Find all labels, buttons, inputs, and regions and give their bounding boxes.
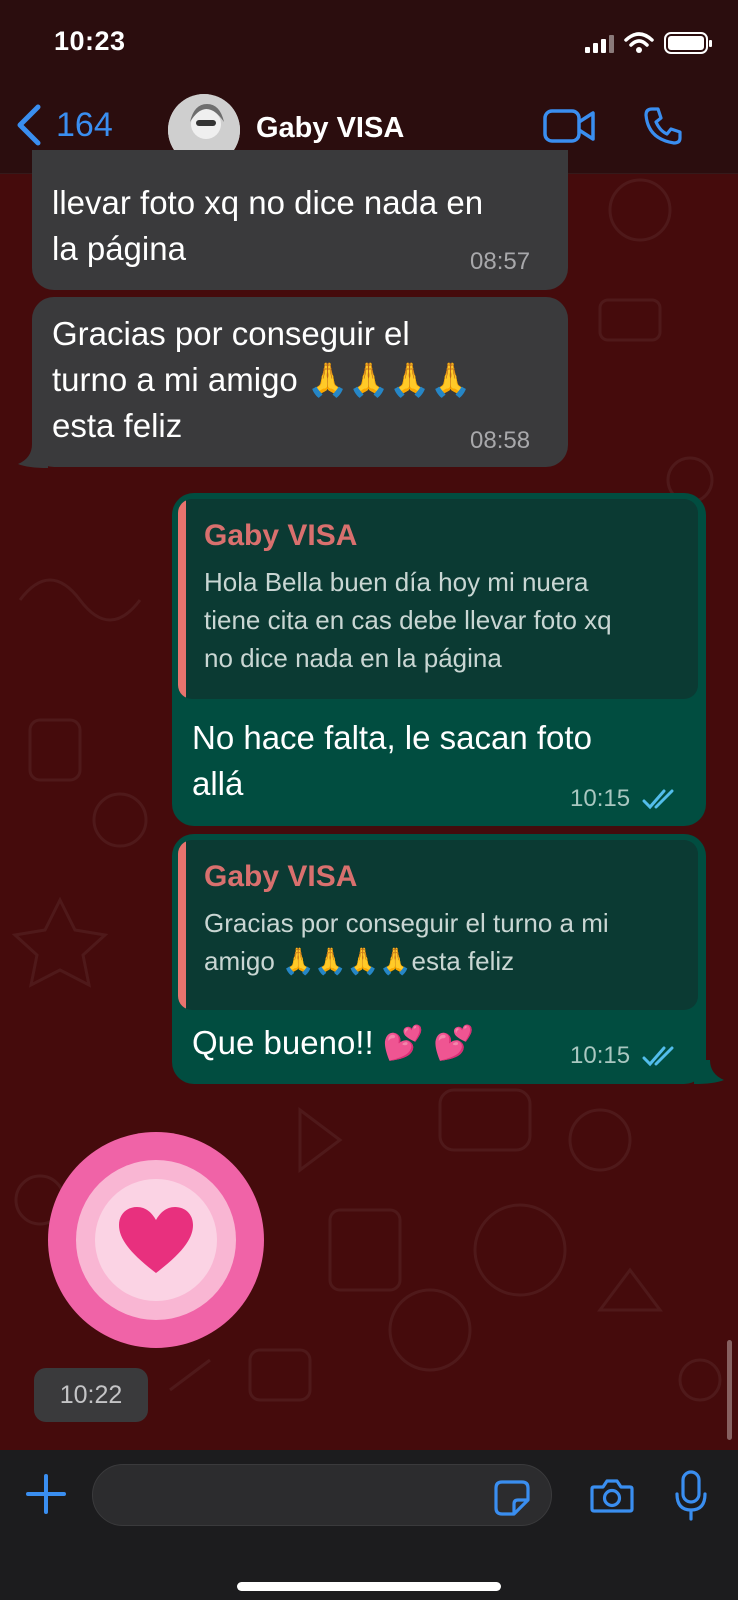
quoted-message[interactable]: Gaby VISA Hola Bella buen día hoy mi nue… [178,499,698,699]
unread-chats-count: 164 [56,105,113,144]
cellular-signal-icon [585,33,614,53]
quoted-author: Gaby VISA [204,519,358,552]
status-time: 10:23 [54,26,126,56]
heart-icon [119,1207,193,1273]
quoted-text-line: amigo 🙏🙏🙏🙏esta feliz [204,946,515,976]
quoted-text-line: tiene cita en cas debe llevar foto xq [204,605,612,635]
message-text-line: allá [192,765,244,802]
bubble-tail-icon [18,444,48,468]
message-time: 08:57 [470,248,531,275]
status-icons [585,30,712,56]
sticker-time: 10:22 [34,1368,148,1422]
heart-sticker[interactable] [48,1132,264,1348]
message-text-line: turno a mi amigo 🙏🙏🙏🙏 [52,361,472,398]
message-text-line: Que bueno!! 💕 💕 [192,1024,475,1061]
phone-icon [644,107,682,145]
video-camera-icon [543,109,595,143]
scrollbar[interactable] [727,1340,732,1440]
home-indicator[interactable] [237,1582,501,1591]
camera-icon [590,1479,634,1513]
back-button[interactable]: 164 [16,104,113,146]
wifi-icon [624,32,654,53]
message-input[interactable] [92,1464,552,1526]
read-receipt-icon [642,1046,674,1067]
quoted-text-line: no dice nada en la página [204,643,502,673]
camera-button[interactable] [590,1478,634,1519]
video-call-button[interactable] [543,108,595,149]
plus-icon [26,1474,66,1514]
message-text-line: la página [52,230,186,267]
microphone-icon [675,1470,707,1521]
message-bubble-incoming[interactable]: Gracias por conseguir el turno a mi amig… [32,297,568,467]
chevron-left-icon [17,104,41,146]
sticker-icon [494,1480,530,1516]
message-text-line: No hace falta, le sacan foto [192,719,592,756]
message-composer [0,1450,738,1600]
message-text-line: llevar foto xq no dice nada en [52,184,484,221]
voice-call-button[interactable] [643,106,683,151]
microphone-button[interactable] [674,1470,708,1527]
message-time: 10:15 [570,1042,631,1069]
message-bubble-outgoing[interactable]: Gaby VISA Hola Bella buen día hoy mi nue… [172,493,706,826]
bubble-tail-icon [694,1060,724,1084]
message-time: 08:58 [470,427,531,454]
quoted-message[interactable]: Gaby VISA Gracias por conseguir el turno… [178,840,698,1010]
chat-screen: 10:23 164 Gaby VISA llevar foto xq no di… [0,0,738,1600]
message-time: 10:15 [570,785,631,812]
quoted-text-line: Hola Bella buen día hoy mi nuera [204,567,589,597]
contact-name[interactable]: Gaby VISA [256,112,404,145]
message-text-line: esta feliz [52,407,183,444]
message-bubble-outgoing[interactable]: Gaby VISA Gracias por conseguir el turno… [172,834,706,1084]
read-receipt-icon [642,789,674,810]
battery-icon [664,32,712,54]
quoted-text-line: Gracias por conseguir el turno a mi [204,908,609,938]
sticker-button[interactable] [494,1480,530,1521]
chat-header: 10:23 164 Gaby VISA [0,0,738,174]
quoted-author: Gaby VISA [204,860,358,893]
message-bubble-incoming[interactable]: llevar foto xq no dice nada en la página… [32,150,568,290]
attach-button[interactable] [26,1474,66,1519]
message-text-line: Gracias por conseguir el [52,315,410,352]
